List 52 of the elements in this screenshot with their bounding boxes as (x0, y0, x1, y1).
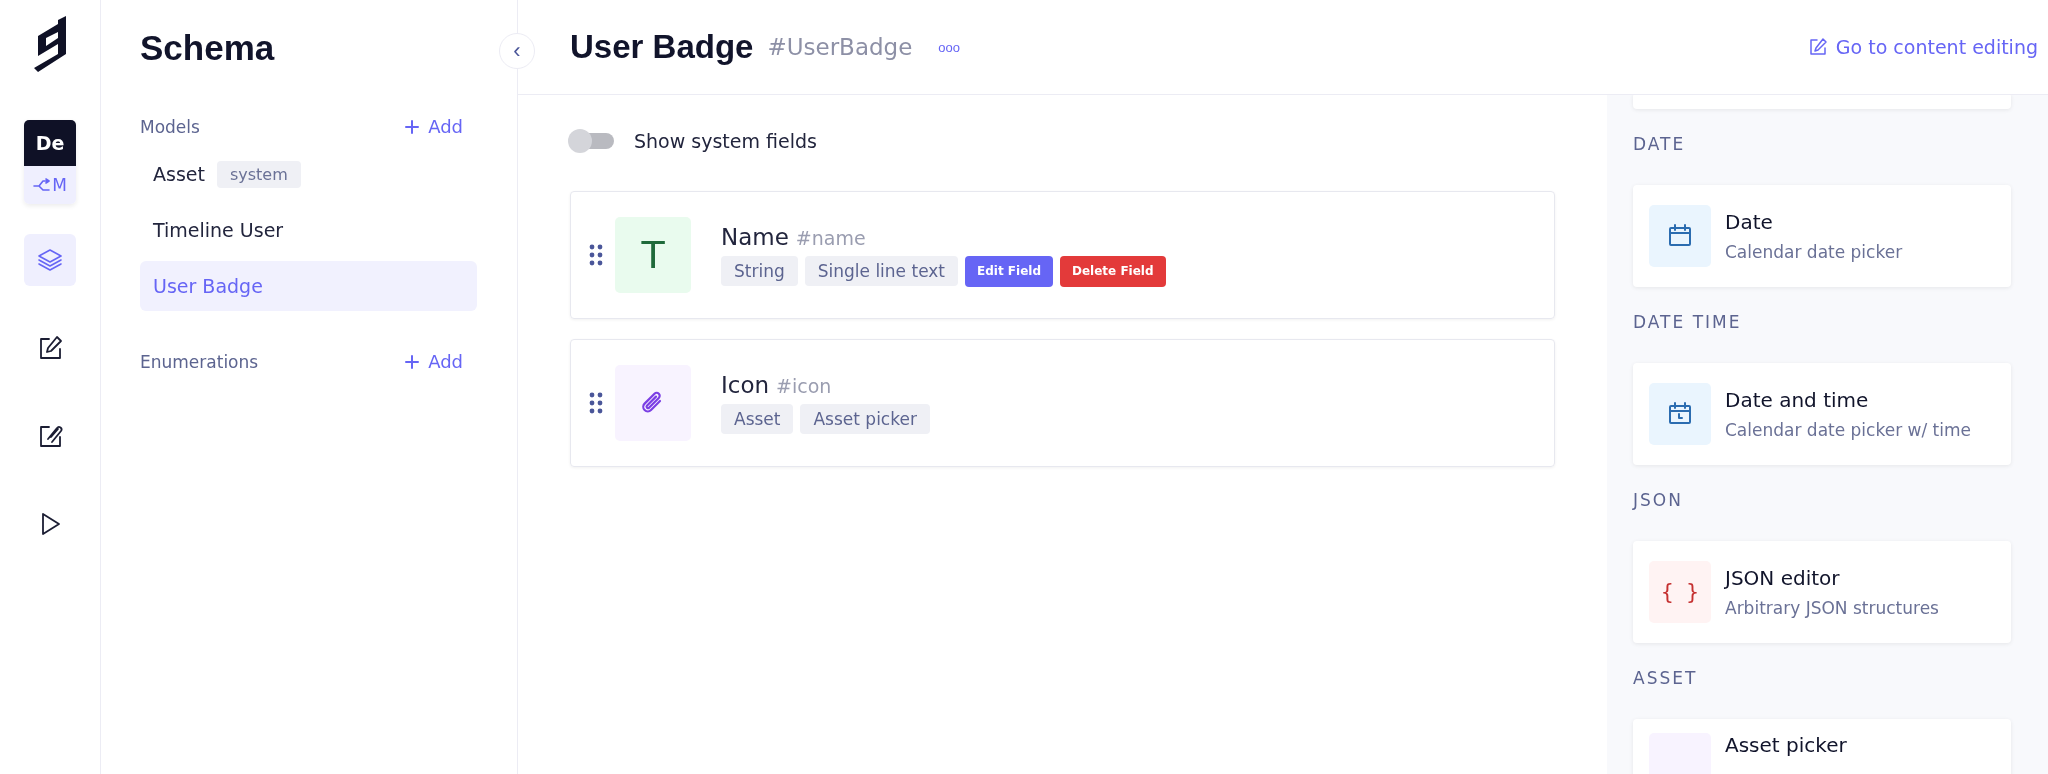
edit-field-button[interactable]: Edit Field (965, 255, 1053, 287)
api-id: #UserBadge (767, 34, 913, 60)
add-button[interactable]: Add (404, 116, 477, 137)
field-type-title: Date (1725, 210, 1774, 234)
plus-icon (404, 353, 421, 370)
workspace-initials: De (24, 120, 76, 166)
edit-icon (1807, 37, 1828, 57)
field-type-card[interactable]: Date and time Calendar date picker w/ time (1633, 363, 2011, 465)
model-item[interactable]: Timeline User (140, 205, 477, 255)
content-editing-link[interactable]: Go to content editing (1807, 36, 2038, 58)
section-heading: Enumerations (140, 351, 259, 372)
field-type-card[interactable]: Date Calendar date picker (1633, 185, 2011, 287)
add-button[interactable]: Add (404, 351, 477, 372)
field-api-id: #name (795, 226, 866, 249)
drag-handle-icon[interactable] (589, 392, 603, 414)
field-type-title: Asset picker (1725, 733, 1847, 757)
field-type-title: Date and time (1725, 388, 1870, 412)
field-name: Icon (721, 372, 770, 398)
field-tag: String (721, 256, 798, 286)
field-type-description: Calendar date picker (1725, 242, 1903, 262)
branch-icon (33, 178, 52, 192)
workspace-switcher[interactable]: De M (24, 120, 76, 204)
model-item[interactable]: Asset system (140, 149, 477, 199)
delete-field-button[interactable]: Delete Field (1060, 255, 1166, 287)
plus-icon (404, 118, 421, 135)
field-type-title: JSON editor (1725, 566, 1841, 590)
field-type-icon: T (615, 217, 691, 293)
category-heading: DATE (1633, 133, 1687, 156)
model-item[interactable]: User Badge (140, 261, 477, 311)
field-type-card[interactable]: { } JSON editor Arbitrary JSON structures (1633, 541, 2011, 643)
category-heading: ASSET (1633, 667, 1699, 690)
field-type-card[interactable]: Asset picker (1633, 719, 2011, 774)
category-heading: DATE TIME (1633, 311, 1743, 334)
category-heading: JSON (1633, 489, 1684, 512)
field-type-description: Arbitrary JSON structures (1725, 598, 1939, 618)
field-tag: Single line text (804, 256, 959, 286)
layers-icon (36, 246, 64, 274)
toggle-label: Show system fields (634, 130, 817, 152)
branch-name: M (52, 175, 67, 195)
page-title: User Badge (570, 28, 754, 66)
field-tag: Asset (721, 404, 794, 434)
collapse-button[interactable]: ‹ (499, 33, 535, 69)
sidebar-title: Schema (140, 28, 276, 68)
drag-handle-icon[interactable] (589, 244, 603, 266)
braces-icon: { } (1661, 580, 1699, 604)
field-tag: Asset picker (800, 404, 930, 434)
more-button[interactable]: ooo (938, 39, 961, 55)
section-heading: Models (140, 116, 200, 137)
system-tag: system (216, 160, 301, 188)
field-type-description: Calendar date picker w/ time (1725, 420, 1971, 440)
field-name: Name (721, 223, 789, 250)
field-api-id: #icon (776, 375, 832, 397)
